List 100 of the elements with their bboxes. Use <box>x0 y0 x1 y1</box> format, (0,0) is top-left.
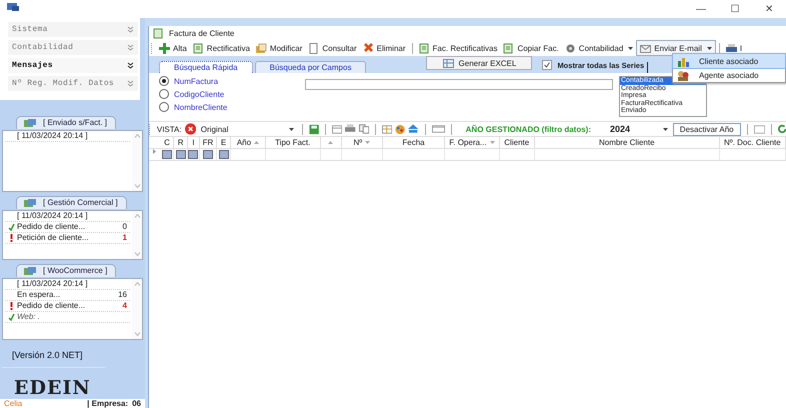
grid-icon[interactable] <box>382 124 392 134</box>
radio-button[interactable] <box>159 89 169 99</box>
doc-icon <box>418 42 430 54</box>
toolbar-button[interactable]: Eliminar <box>360 41 409 55</box>
column-header[interactable]: I <box>188 137 200 148</box>
check-icon <box>8 222 14 231</box>
message-count: 0 <box>122 222 128 232</box>
refresh-icon[interactable] <box>778 124 786 134</box>
mail-icon <box>640 42 652 54</box>
radio-label[interactable]: NumFactura <box>174 76 218 86</box>
column-header[interactable]: Nº. Doc. Cliente <box>720 137 786 148</box>
toolbar-button[interactable]: Modificar <box>252 41 306 55</box>
column-header[interactable]: F. Opera... <box>445 137 500 148</box>
message-label: Web: . <box>17 312 41 322</box>
scroll-up-icon[interactable] <box>134 282 140 286</box>
radio-button[interactable] <box>159 76 169 86</box>
year-filter-label: AÑO GESTIONADO (filtro datos): <box>466 124 591 134</box>
upload-icon[interactable] <box>408 124 419 134</box>
toolbar-button[interactable]: I <box>722 41 746 55</box>
scroll-up-icon[interactable] <box>134 134 140 138</box>
panel-tab[interactable]: [ WooCommerce ] <box>16 264 116 277</box>
window-icon[interactable] <box>754 124 765 134</box>
menu-item[interactable]: Cliente asociado <box>673 54 785 68</box>
chevron-icon <box>127 80 134 87</box>
window-icon[interactable] <box>332 124 342 134</box>
scrollbar[interactable] <box>132 278 142 339</box>
folder-icon <box>256 42 267 54</box>
scroll-down-icon[interactable] <box>134 332 140 336</box>
message-label: Pedido de cliente... <box>17 222 86 232</box>
chart-icon <box>677 56 689 66</box>
column-header[interactable]: Nombre Cliente <box>534 137 720 148</box>
version-label: [Versión 2.0 NET] <box>12 350 84 360</box>
radio-button[interactable] <box>159 102 169 112</box>
toolbar-button[interactable]: Enviar E-mail <box>636 40 716 56</box>
message-label: Petición de cliente... <box>17 233 90 242</box>
radio-label[interactable]: CodigoCliente <box>174 90 224 98</box>
company-number: 06 <box>132 399 141 408</box>
toolbar-button[interactable]: Contabilidad <box>562 41 636 55</box>
message-label: [ 11/03/2024 20:14 ] <box>17 131 89 140</box>
scroll-down-icon[interactable] <box>134 252 140 256</box>
message-label: Pedido de cliente... <box>17 301 86 310</box>
year-dropdown[interactable]: 2024 <box>608 124 670 134</box>
flag-checkbox[interactable] <box>176 150 186 159</box>
menu-item[interactable]: Nº Reg. Modif. Datos <box>8 76 138 91</box>
tab[interactable]: Búsqueda por Campos <box>254 61 366 73</box>
message-label: [ 11/03/2024 20:14 ] <box>17 211 89 220</box>
menu-item[interactable]: Contabilidad <box>8 40 138 55</box>
radio-label[interactable]: NombreCliente <box>174 102 228 112</box>
panel-tab[interactable]: [ Gestión Comercial ] <box>16 196 127 209</box>
close-button[interactable]: ✕ <box>752 3 786 15</box>
tab[interactable]: Búsqueda Rápida <box>159 61 253 73</box>
column-header[interactable]: Fecha <box>382 137 446 148</box>
column-header[interactable]: Tipo Fact. <box>266 137 320 148</box>
toolbar-button[interactable]: Alta <box>156 41 190 55</box>
page-icon <box>308 42 320 54</box>
maximize-button[interactable]: ☐ <box>718 3 752 15</box>
column-header[interactable]: FR <box>200 137 218 148</box>
menu-item[interactable]: Mensajes <box>8 58 138 73</box>
copy-icon[interactable] <box>358 124 369 134</box>
flag-checkbox[interactable] <box>162 150 172 159</box>
panel-icon[interactable] <box>432 125 445 133</box>
scrollbar[interactable] <box>132 130 142 191</box>
flag-checkbox[interactable] <box>218 150 229 159</box>
check-icon <box>8 312 14 321</box>
view-dropdown[interactable]: Original <box>198 124 296 134</box>
user-name: Celia <box>4 399 22 408</box>
people-icon <box>677 70 689 80</box>
search-field[interactable] <box>305 79 613 90</box>
window-title: Factura de Cliente <box>169 28 234 38</box>
document-icon <box>153 28 163 38</box>
palette-icon[interactable] <box>395 124 406 134</box>
deactivate-year-button[interactable]: Desactivar Año <box>672 122 741 136</box>
chevron-icon <box>127 62 134 69</box>
flag-checkbox[interactable] <box>202 150 213 159</box>
column-header[interactable]: Año <box>230 137 266 148</box>
toolbar-button[interactable]: Rectificativa <box>190 41 253 55</box>
column-header[interactable]: R <box>174 137 188 148</box>
scrollbar[interactable] <box>132 210 142 259</box>
delete-icon <box>362 42 374 54</box>
caret-icon <box>662 128 668 130</box>
flag-checkbox[interactable] <box>188 150 198 159</box>
scroll-down-icon[interactable] <box>134 184 140 188</box>
save-icon[interactable] <box>308 124 320 134</box>
column-header[interactable]: Nº <box>342 137 383 148</box>
row-pointer-icon <box>153 149 156 154</box>
column-header[interactable]: C <box>160 137 174 148</box>
toolbar-button[interactable]: Copiar Fac. <box>500 41 562 55</box>
excel-button[interactable]: Generar EXCEL <box>426 56 532 70</box>
menu-item[interactable]: Sistema <box>8 22 138 37</box>
printer-icon[interactable] <box>345 124 356 134</box>
column-header[interactable]: Cliente <box>500 137 535 148</box>
minimize-button[interactable]: — <box>684 4 718 14</box>
message-count: 16 <box>118 290 128 300</box>
toolbar-button[interactable]: Consultar <box>305 41 360 55</box>
toolbar-button[interactable]: Fac. Rectificativas <box>416 41 500 55</box>
scroll-up-icon[interactable] <box>134 214 140 218</box>
sort-down-icon <box>365 141 370 144</box>
panel-tab[interactable]: [ Enviado s/Fact. ] <box>16 116 116 129</box>
column-header[interactable]: E <box>217 137 231 148</box>
checkbox[interactable] <box>542 60 552 70</box>
